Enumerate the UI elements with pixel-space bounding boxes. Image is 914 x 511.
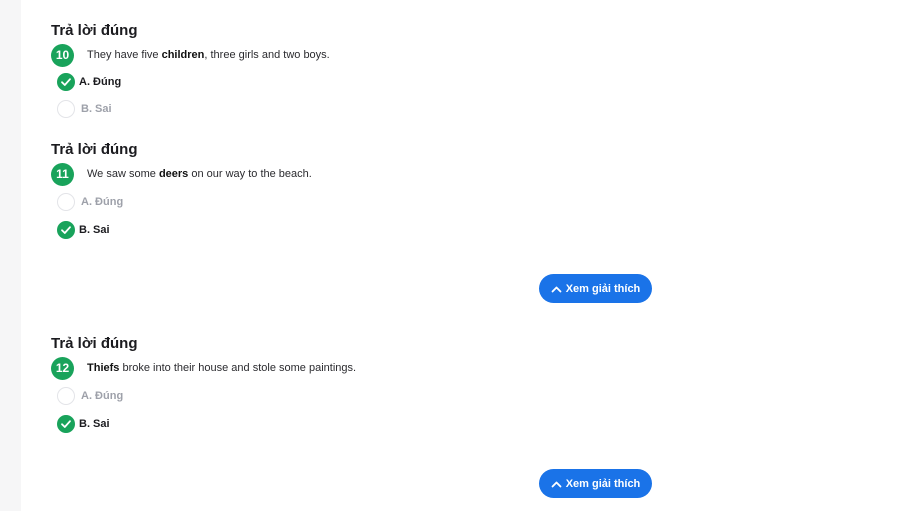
question-number-badge: 11 bbox=[51, 162, 74, 186]
radio-empty-icon bbox=[57, 100, 75, 118]
question-keyword: deers bbox=[158, 168, 189, 180]
answer-status-title: Trả lời đúng bbox=[51, 141, 138, 158]
option-a[interactable]: A. Đúng bbox=[57, 191, 691, 213]
option-label: A. Đúng bbox=[81, 390, 124, 402]
option-label: B. Sai bbox=[79, 418, 110, 430]
question-row: 10 They have five children, three girls … bbox=[51, 43, 691, 67]
chevron-up-icon bbox=[551, 480, 562, 488]
option-b[interactable]: B. Sai bbox=[57, 219, 691, 241]
question-row: 12 Thiefs broke into their house and sto… bbox=[51, 356, 691, 380]
option-b[interactable]: B. Sai bbox=[57, 413, 691, 435]
left-rail bbox=[0, 0, 21, 511]
question-card-12: Trả lời đúng 12 Thiefs broke into their … bbox=[51, 334, 691, 435]
chevron-up-icon bbox=[551, 285, 562, 293]
question-number-badge: 10 bbox=[51, 43, 74, 67]
question-keyword: children bbox=[161, 49, 205, 61]
explain-button-label: Xem giải thích bbox=[565, 477, 641, 490]
answer-status-title: Trả lời đúng bbox=[51, 22, 138, 39]
check-icon bbox=[57, 73, 75, 91]
radio-empty-icon bbox=[57, 193, 75, 211]
question-keyword: Thiefs bbox=[87, 362, 120, 374]
answer-review-list: Trả lời đúng 10 They have five children,… bbox=[21, 0, 914, 511]
question-text: They have five children, three girls and… bbox=[87, 49, 330, 61]
option-b[interactable]: B. Sai bbox=[57, 98, 691, 120]
answer-status-title: Trả lời đúng bbox=[51, 335, 138, 352]
explain-button[interactable]: Xem giải thích bbox=[539, 274, 652, 303]
option-label: A. Đúng bbox=[81, 196, 124, 208]
question-text: Thiefs broke into their house and stole … bbox=[87, 362, 357, 374]
question-text: We saw some deers on our way to the beac… bbox=[87, 168, 312, 180]
question-number-badge: 12 bbox=[51, 356, 74, 380]
option-a[interactable]: A. Đúng bbox=[57, 71, 691, 93]
question-card-10: Trả lời đúng 10 They have five children,… bbox=[51, 21, 691, 120]
option-a[interactable]: A. Đúng bbox=[57, 385, 691, 407]
option-label: B. Sai bbox=[81, 103, 112, 115]
option-label: B. Sai bbox=[79, 224, 110, 236]
question-row: 11 We saw some deers on our way to the b… bbox=[51, 162, 691, 186]
check-icon bbox=[57, 415, 75, 433]
explain-button[interactable]: Xem giải thích bbox=[539, 469, 652, 498]
question-card-11: Trả lời đúng 11 We saw some deers on our… bbox=[51, 140, 691, 241]
radio-empty-icon bbox=[57, 387, 75, 405]
explain-button-label: Xem giải thích bbox=[565, 282, 641, 295]
check-icon bbox=[57, 221, 75, 239]
option-label: A. Đúng bbox=[79, 76, 122, 88]
